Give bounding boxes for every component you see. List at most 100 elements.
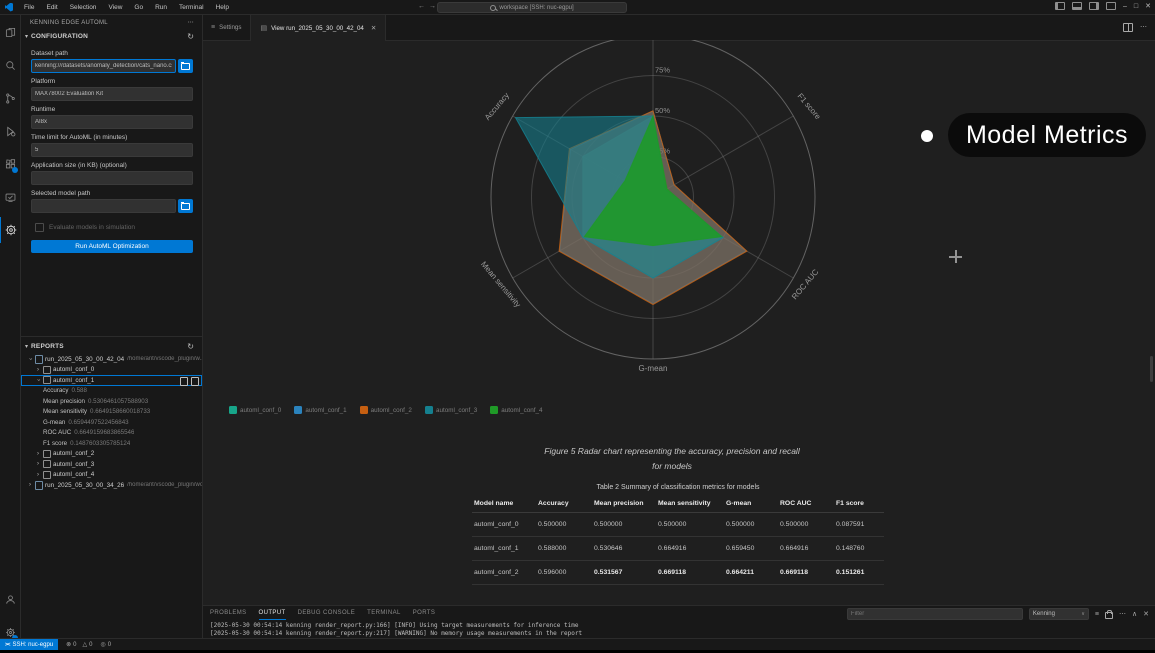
kenning-view-icon[interactable] (0, 217, 21, 243)
output-log[interactable]: [2025-05-30 00:54:14 kenning render_repo… (210, 622, 1151, 639)
close-panel-icon[interactable]: ✕ (1143, 610, 1149, 618)
remote-test-icon[interactable] (0, 184, 20, 210)
menu-edit[interactable]: Edit (41, 2, 62, 13)
compare-report-icon[interactable] (191, 376, 199, 386)
panel-tab-problems[interactable]: PROBLEMS (210, 608, 247, 620)
run-automl-button[interactable]: Run AutoML Optimization (31, 240, 193, 253)
maximize-panel-icon[interactable]: ∧ (1132, 610, 1137, 618)
menu-file[interactable]: File (19, 2, 39, 13)
menu-run[interactable]: Run (150, 2, 172, 13)
tab-settings[interactable]: ≡ Settings (202, 14, 252, 40)
tree-item-run_2025_05_30_00_34_26[interactable]: › run_2025_05_30_00_34_26/home/ant/vscode… (21, 480, 202, 491)
minimize-button[interactable]: – (1123, 3, 1127, 10)
customize-layout-icon[interactable] (1105, 2, 1116, 10)
chevron-right-icon[interactable]: › (35, 451, 41, 457)
panel-tab-output[interactable]: OUTPUT (258, 608, 286, 620)
lock-scroll-icon[interactable] (1105, 610, 1113, 619)
search-view-icon[interactable] (0, 52, 20, 78)
legend-item-automl_conf_2[interactable]: automl_conf_2 (359, 406, 412, 414)
field-label: Runtime (31, 106, 56, 113)
radar-axis-label: G-mean (639, 364, 668, 373)
field-label: Dataset path (31, 50, 68, 57)
menu-selection[interactable]: Selection (65, 2, 102, 13)
table-cell: 0.500000 (778, 512, 834, 537)
tree-item-automl_conf_1[interactable]: › automl_conf_1 (21, 375, 202, 386)
config-input-platform[interactable] (31, 87, 193, 101)
menu-terminal[interactable]: Terminal (174, 2, 209, 13)
output-channel-select[interactable]: Kenning ∨ (1028, 608, 1089, 620)
tree-metric-row[interactable]: ROC AUC 0.6649159683865546 (21, 428, 202, 439)
close-tab-icon[interactable]: ✕ (371, 24, 376, 32)
menu-help[interactable]: Help (211, 2, 234, 13)
tree-item-automl_conf_2[interactable]: › automl_conf_2 (21, 449, 202, 460)
browse-folder-button[interactable] (178, 199, 193, 213)
warning-icon: △ (82, 642, 88, 648)
chevron-right-icon[interactable]: › (27, 482, 33, 488)
menu-view[interactable]: View (103, 2, 127, 13)
tree-metric-row[interactable]: G-mean 0.6594497522456843 (21, 417, 202, 428)
legend-item-automl_conf_0[interactable]: automl_conf_0 (229, 406, 281, 414)
legend-item-automl_conf_1[interactable]: automl_conf_1 (294, 406, 347, 414)
tree-item-automl_conf_3[interactable]: › automl_conf_3 (21, 459, 202, 470)
reports-section-header[interactable]: ▾ REPORTS ↻ (21, 339, 202, 353)
tree-item-run_2025_05_30_00_42_04[interactable]: › run_2025_05_30_00_42_04/home/ant/vscode… (21, 354, 202, 365)
clear-output-icon[interactable]: ≡ (1095, 611, 1099, 618)
toggle-sidebar-icon[interactable] (1054, 2, 1065, 10)
restore-button[interactable]: □ (1134, 3, 1138, 10)
simulation-checkbox-row[interactable]: Evaluate models in simulation (35, 223, 202, 232)
tab-view-run[interactable]: ▤ View run_2025_05_30_00_42_04 ✕ (251, 14, 387, 41)
toggle-secondary-sidebar-icon[interactable] (1088, 2, 1099, 10)
checkbox-icon[interactable] (35, 223, 44, 232)
config-input-time-limit[interactable] (31, 143, 193, 157)
split-editor-icon[interactable] (1123, 22, 1133, 32)
chevron-down-icon[interactable]: › (35, 377, 41, 383)
editor-scrollbar[interactable] (1150, 356, 1153, 382)
browse-folder-button[interactable] (178, 59, 193, 73)
panel-more-icon[interactable]: ⋯ (1119, 610, 1126, 618)
run-debug-icon[interactable] (0, 118, 20, 144)
refresh-icon[interactable]: ↻ (187, 342, 194, 351)
editor-more-actions-icon[interactable]: ⋯ (1140, 23, 1147, 31)
chevron-down-icon[interactable]: › (27, 356, 33, 362)
legend-item-automl_conf_4[interactable]: automl_conf_4 (490, 406, 543, 414)
tree-metric-row[interactable]: Mean sensitivity 0.6649158660018733 (21, 407, 202, 418)
toggle-panel-icon[interactable] (1071, 2, 1082, 10)
refresh-icon[interactable]: ↻ (187, 32, 194, 41)
table-title: Table 2 Summary of classification metric… (596, 484, 760, 491)
tree-item-automl_conf_4[interactable]: › automl_conf_4 (21, 470, 202, 481)
config-input-dataset-path[interactable] (31, 59, 176, 73)
config-input-selected-model[interactable] (31, 199, 176, 213)
extensions-icon[interactable] (0, 151, 20, 177)
config-input-runtime[interactable] (31, 115, 193, 129)
configuration-section-header[interactable]: ▾ CONFIGURATION ↻ (21, 29, 202, 43)
sidebar-more-actions-icon[interactable]: ⋯ (188, 19, 194, 26)
legend-label: automl_conf_2 (370, 406, 412, 414)
panel-tab-ports[interactable]: PORTS (413, 608, 436, 620)
legend-item-automl_conf_3[interactable]: automl_conf_3 (424, 406, 477, 414)
chevron-right-icon[interactable]: › (35, 461, 41, 467)
close-button[interactable]: ✕ (1145, 3, 1151, 10)
open-report-icon[interactable] (180, 376, 188, 386)
panel-tab-debug-console[interactable]: DEBUG CONSOLE (298, 608, 356, 620)
command-center-search[interactable]: workspace [SSH: nuc-egpu] (437, 2, 627, 13)
chevron-right-icon[interactable]: › (35, 367, 41, 373)
panel-tab-terminal[interactable]: TERMINAL (367, 608, 401, 620)
accounts-icon[interactable] (0, 586, 20, 612)
chevron-right-icon[interactable]: › (35, 472, 41, 478)
menu-go[interactable]: Go (129, 2, 148, 13)
tree-item-automl_conf_0[interactable]: › automl_conf_0 (21, 365, 202, 376)
tree-metric-row[interactable]: Accuracy 0.588 (21, 386, 202, 397)
remote-indicator[interactable]: >< SSH: nuc-egpu (0, 639, 59, 650)
tree-metric-row[interactable]: F1 score 0.1487603305785124 (21, 438, 202, 449)
problems-status[interactable]: ⊗ 0 △ 0 (66, 641, 92, 649)
table-header: ROC AUC (778, 495, 834, 513)
tree-metric-row[interactable]: Mean precision 0.5306461057588903 (21, 396, 202, 407)
log-line: [2025-05-30 00:54:14 kenning render_repo… (210, 622, 579, 629)
config-input-application-size[interactable] (31, 171, 193, 185)
output-filter-input[interactable] (846, 608, 1023, 620)
explorer-icon[interactable] (0, 19, 20, 45)
ports-status[interactable]: ◎ 0 (100, 641, 111, 649)
radar-tick-label: 75% (655, 66, 670, 75)
source-control-icon[interactable] (0, 85, 20, 111)
status-bar: >< SSH: nuc-egpu ⊗ 0 △ 0 ◎ 0 (0, 638, 1155, 650)
